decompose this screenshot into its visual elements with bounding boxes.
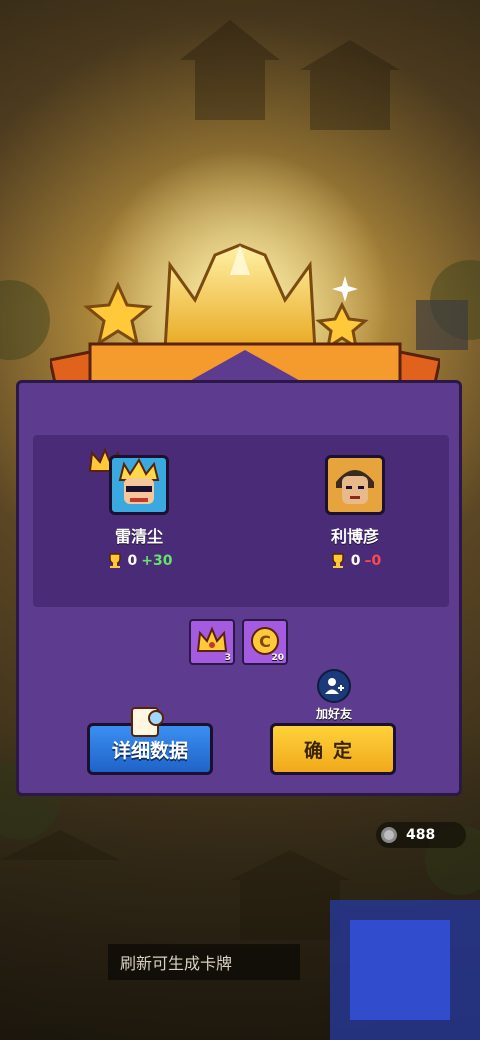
add-friend-label: 加好友 bbox=[315, 707, 352, 721]
confirm-label: 确定 bbox=[303, 739, 362, 762]
refresh-hint-text: 刷新可生成卡牌 bbox=[120, 954, 233, 973]
add-user-icon bbox=[325, 678, 344, 694]
trophy-icon bbox=[108, 553, 121, 568]
trophy-score: 0 +30 bbox=[79, 553, 199, 569]
avatar[interactable] bbox=[109, 455, 169, 515]
details-button[interactable]: 详细数据 bbox=[87, 707, 213, 775]
coin-balance-value: 488 bbox=[406, 827, 436, 843]
players-box: 雷清尘 0 +30 利博彦 0 –0 bbox=[33, 435, 449, 607]
player-card-right: 利博彦 0 –0 bbox=[295, 455, 415, 569]
trophy-count: 0 bbox=[350, 553, 361, 569]
player-card-left: 雷清尘 0 +30 bbox=[79, 447, 199, 569]
reward-count: 20 bbox=[271, 653, 284, 663]
reward-coin[interactable]: C 20 bbox=[242, 619, 288, 665]
svg-text:C: C bbox=[259, 632, 271, 651]
refresh-hint: 刷新可生成卡牌 bbox=[108, 944, 300, 980]
player-name: 利博彦 bbox=[330, 527, 379, 546]
trophy-count: 0 bbox=[127, 553, 138, 569]
player-name: 雷清尘 bbox=[114, 527, 163, 546]
coin-icon bbox=[381, 827, 397, 843]
avatar[interactable] bbox=[325, 455, 385, 515]
add-friend-button[interactable]: 加好友 bbox=[309, 669, 359, 722]
trophy-score: 0 –0 bbox=[295, 553, 415, 569]
coin-balance: 488 bbox=[376, 822, 466, 848]
confirm-button[interactable]: 确定 bbox=[270, 723, 396, 775]
result-panel: 雷清尘 0 +30 利博彦 0 –0 3 C 20 加好友 详细数据 确定 bbox=[16, 380, 462, 796]
trophy-delta: –0 bbox=[364, 553, 382, 569]
trophy-icon bbox=[332, 553, 344, 568]
magnifier-paper-icon bbox=[131, 707, 164, 737]
reward-crown[interactable]: 3 bbox=[189, 619, 235, 665]
trophy-delta: +30 bbox=[141, 553, 173, 569]
reward-count: 3 bbox=[224, 653, 231, 663]
